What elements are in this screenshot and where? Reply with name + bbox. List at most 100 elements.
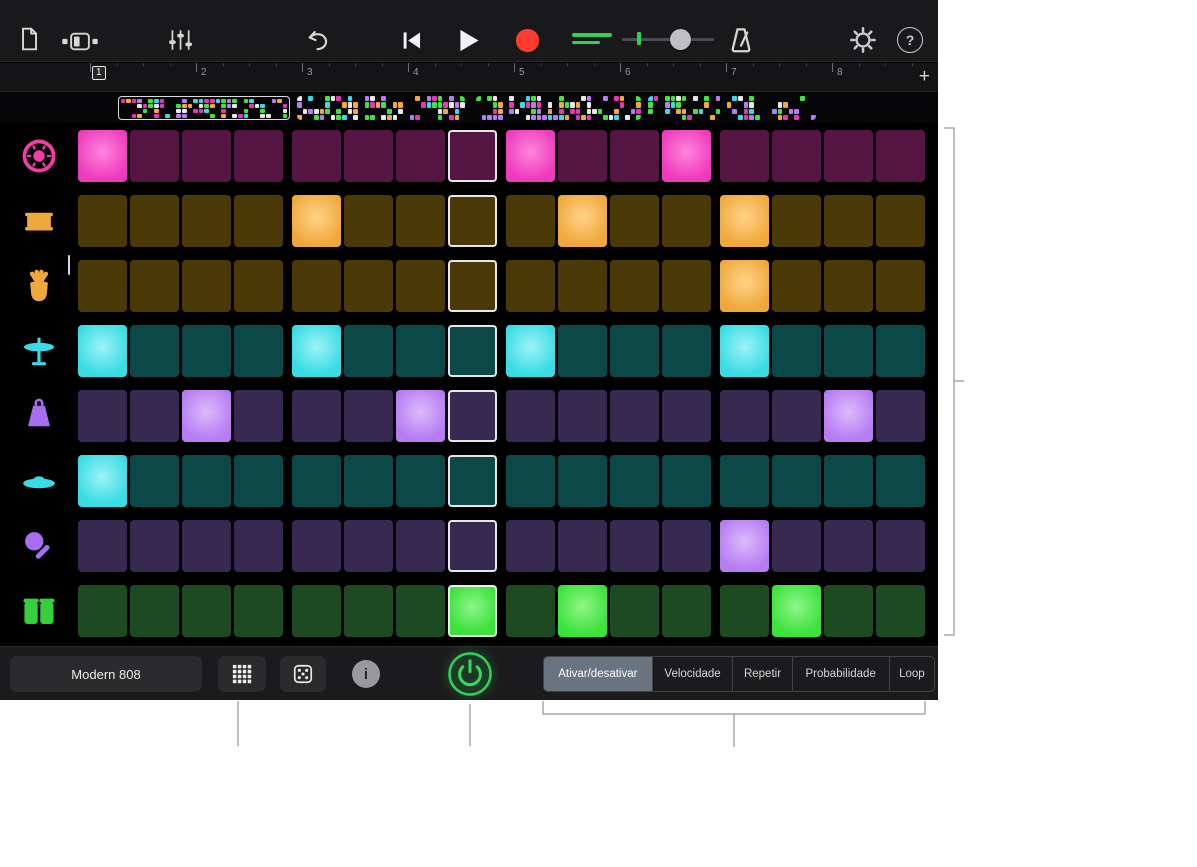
step-hi-hat-8[interactable] xyxy=(448,325,497,377)
ruler-bar-5[interactable]: 5 xyxy=(514,63,620,91)
step-hi-hat-10[interactable] xyxy=(558,325,607,377)
step-cowbell-11[interactable] xyxy=(610,390,659,442)
volume-slider-track[interactable] xyxy=(622,38,714,41)
step-congas-5[interactable] xyxy=(292,585,341,637)
step-cymbal-2[interactable] xyxy=(130,455,179,507)
step-congas-2[interactable] xyxy=(130,585,179,637)
step-clap-3[interactable] xyxy=(182,260,231,312)
step-congas-13[interactable] xyxy=(720,585,769,637)
step-kick-11[interactable] xyxy=(610,130,659,182)
step-snare-2[interactable] xyxy=(130,195,179,247)
step-congas-4[interactable] xyxy=(234,585,283,637)
step-cowbell-7-active[interactable] xyxy=(396,390,445,442)
step-congas-14-active[interactable] xyxy=(772,585,821,637)
step-cymbal-3[interactable] xyxy=(182,455,231,507)
step-kick-9-active[interactable] xyxy=(506,130,555,182)
step-cowbell-2[interactable] xyxy=(130,390,179,442)
step-shaker-14[interactable] xyxy=(772,520,821,572)
step-shaker-8[interactable] xyxy=(448,520,497,572)
kit-selector-button[interactable]: Modern 808 xyxy=(10,656,202,692)
ruler-bar-2[interactable]: 2 xyxy=(196,63,302,91)
step-clap-2[interactable] xyxy=(130,260,179,312)
step-kick-13[interactable] xyxy=(720,130,769,182)
step-cymbal-1-active[interactable] xyxy=(78,455,127,507)
play-icon[interactable] xyxy=(452,25,483,56)
ruler-bar-6[interactable]: 6 xyxy=(620,63,726,91)
shaker-icon[interactable] xyxy=(0,527,78,565)
step-kick-2[interactable] xyxy=(130,130,179,182)
step-cymbal-6[interactable] xyxy=(344,455,393,507)
step-cymbal-5[interactable] xyxy=(292,455,341,507)
segment-velocidade[interactable]: Velocidade xyxy=(652,657,733,691)
step-clap-8[interactable] xyxy=(448,260,497,312)
step-shaker-1[interactable] xyxy=(78,520,127,572)
step-snare-11[interactable] xyxy=(610,195,659,247)
step-kick-12-active[interactable] xyxy=(662,130,711,182)
step-hi-hat-7[interactable] xyxy=(396,325,445,377)
step-cymbal-9[interactable] xyxy=(506,455,555,507)
step-kick-14[interactable] xyxy=(772,130,821,182)
step-shaker-11[interactable] xyxy=(610,520,659,572)
step-hi-hat-14[interactable] xyxy=(772,325,821,377)
step-snare-7[interactable] xyxy=(396,195,445,247)
step-shaker-12[interactable] xyxy=(662,520,711,572)
step-hi-hat-2[interactable] xyxy=(130,325,179,377)
step-snare-5-active[interactable] xyxy=(292,195,341,247)
ruler-bar-7[interactable]: 7 xyxy=(726,63,832,91)
track-section-4[interactable] xyxy=(648,96,816,120)
step-cowbell-9[interactable] xyxy=(506,390,555,442)
step-hi-hat-12[interactable] xyxy=(662,325,711,377)
step-clap-10[interactable] xyxy=(558,260,607,312)
step-clap-14[interactable] xyxy=(772,260,821,312)
step-hi-hat-13-active[interactable] xyxy=(720,325,769,377)
step-shaker-3[interactable] xyxy=(182,520,231,572)
step-cowbell-5[interactable] xyxy=(292,390,341,442)
step-clap-13-active[interactable] xyxy=(720,260,769,312)
step-cymbal-14[interactable] xyxy=(772,455,821,507)
step-kick-10[interactable] xyxy=(558,130,607,182)
segment-loop[interactable]: Loop xyxy=(889,657,934,691)
step-congas-12[interactable] xyxy=(662,585,711,637)
playhead-marker[interactable]: 1 xyxy=(92,66,106,80)
step-cymbal-8[interactable] xyxy=(448,455,497,507)
add-bars-button[interactable]: + xyxy=(919,64,930,90)
segment-probabilidade[interactable]: Probabilidade xyxy=(792,657,889,691)
step-cymbal-15[interactable] xyxy=(824,455,873,507)
step-shaker-16[interactable] xyxy=(876,520,925,572)
step-shaker-15[interactable] xyxy=(824,520,873,572)
step-snare-4[interactable] xyxy=(234,195,283,247)
track-section-2[interactable] xyxy=(297,96,465,120)
step-kick-1-active[interactable] xyxy=(78,130,127,182)
step-shaker-9[interactable] xyxy=(506,520,555,572)
step-hi-hat-3[interactable] xyxy=(182,325,231,377)
step-shaker-2[interactable] xyxy=(130,520,179,572)
step-kick-4[interactable] xyxy=(234,130,283,182)
step-congas-11[interactable] xyxy=(610,585,659,637)
step-kick-7[interactable] xyxy=(396,130,445,182)
cowbell-icon[interactable] xyxy=(0,397,78,435)
step-congas-8-active[interactable] xyxy=(448,585,497,637)
cymbal-icon[interactable] xyxy=(0,462,78,500)
step-cymbal-12[interactable] xyxy=(662,455,711,507)
hi-hat-icon[interactable] xyxy=(0,332,78,370)
step-cymbal-16[interactable] xyxy=(876,455,925,507)
step-kick-3[interactable] xyxy=(182,130,231,182)
volume-slider-knob[interactable] xyxy=(670,29,691,50)
step-congas-10-active[interactable] xyxy=(558,585,607,637)
step-cowbell-8[interactable] xyxy=(448,390,497,442)
step-hi-hat-6[interactable] xyxy=(344,325,393,377)
step-snare-8[interactable] xyxy=(448,195,497,247)
segment-ativar-desativar[interactable]: Ativar/desativar xyxy=(544,657,652,691)
step-clap-16[interactable] xyxy=(876,260,925,312)
record-icon[interactable] xyxy=(513,26,542,55)
step-shaker-7[interactable] xyxy=(396,520,445,572)
undo-icon[interactable] xyxy=(304,27,331,54)
step-clap-7[interactable] xyxy=(396,260,445,312)
ruler-bar-4[interactable]: 4 xyxy=(408,63,514,91)
power-button[interactable] xyxy=(446,650,494,698)
step-snare-10-active[interactable] xyxy=(558,195,607,247)
step-snare-9[interactable] xyxy=(506,195,555,247)
mixer-icon[interactable] xyxy=(167,27,193,53)
step-cowbell-3-active[interactable] xyxy=(182,390,231,442)
step-clap-4[interactable] xyxy=(234,260,283,312)
